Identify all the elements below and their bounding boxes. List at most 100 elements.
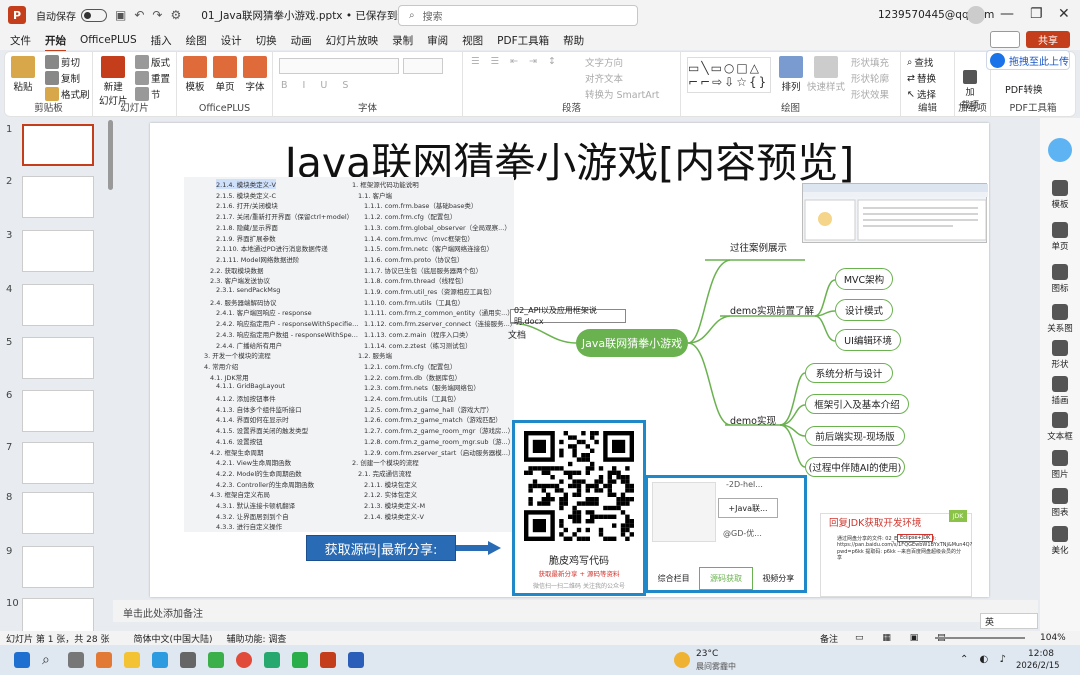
shapes-gallery[interactable]: ▭╲▭○□△ ⌐⌐⇨⇩☆{} xyxy=(687,57,771,93)
branch-impl-label[interactable]: demo实现 xyxy=(730,413,776,427)
tray-icons[interactable]: ⌃ ◐ ♪ xyxy=(960,654,1010,665)
zoom-level[interactable]: 104% xyxy=(1040,633,1066,643)
tab-slideshow[interactable]: 幻灯片放映 xyxy=(326,33,379,48)
wechat-icon[interactable] xyxy=(292,652,308,668)
accessibility-indicator[interactable]: 辅助功能: 调查 xyxy=(227,632,287,645)
sidebar-item-diagram[interactable]: 关系图 xyxy=(1040,304,1080,334)
minimize-icon[interactable]: — xyxy=(1000,6,1014,22)
app-icon[interactable] xyxy=(180,652,196,668)
avatar[interactable] xyxy=(967,6,985,24)
node-design-pattern[interactable]: 设计模式 xyxy=(835,299,893,321)
assistant-bubble-icon[interactable] xyxy=(1048,138,1072,162)
start-icon[interactable] xyxy=(14,652,30,668)
node-implementation[interactable]: 前后端实现-现场版 xyxy=(805,426,905,446)
maximize-icon[interactable]: ❐ xyxy=(1030,6,1043,22)
powerpoint-icon[interactable] xyxy=(320,652,336,668)
notes-pane[interactable]: 单击此处添加备注 xyxy=(113,600,1038,622)
app-icon[interactable] xyxy=(96,652,112,668)
paste-button[interactable]: 粘贴 xyxy=(11,56,35,93)
app-icon[interactable] xyxy=(264,652,280,668)
sidebar-item-single[interactable]: 单页 xyxy=(1040,222,1080,252)
slide-thumbnail[interactable] xyxy=(22,390,94,432)
tab-help[interactable]: 帮助 xyxy=(563,33,584,48)
tab-design[interactable]: 设计 xyxy=(221,33,242,48)
weather-desc[interactable]: 晨间雾霾中 xyxy=(696,661,736,672)
font-family-select[interactable] xyxy=(279,58,399,74)
clock-time[interactable]: 12:08 xyxy=(1028,649,1054,659)
node-ui-env[interactable]: UI编辑环境 xyxy=(835,329,901,351)
tab-transitions[interactable]: 切换 xyxy=(256,33,277,48)
slide-thumbnail[interactable] xyxy=(22,337,94,379)
smartart-button[interactable]: 转换为 SmartArt xyxy=(585,87,659,101)
word-icon[interactable] xyxy=(348,652,364,668)
customize-icon[interactable]: ⚙ xyxy=(170,8,181,22)
app-icon[interactable] xyxy=(208,652,224,668)
mindmap-center-node[interactable]: Java联网猜拳小游戏 xyxy=(576,329,688,357)
tab-view[interactable]: 视图 xyxy=(462,33,483,48)
node-mvc[interactable]: MVC架构 xyxy=(835,268,893,290)
sidebar-item-shapes[interactable]: 形状 xyxy=(1040,340,1080,370)
branch-prep-label[interactable]: demo实现前置了解 xyxy=(730,303,814,317)
tab-home[interactable]: 开始 xyxy=(45,33,66,52)
shape-outline-button[interactable]: 形状轮廓 xyxy=(851,71,889,85)
get-source-banner[interactable]: 获取源码|最新分享: xyxy=(306,535,456,561)
find-button[interactable]: ⌕ 查找 xyxy=(907,55,933,70)
font-button[interactable]: 字体 xyxy=(243,56,267,93)
search-icon[interactable]: ⌕ xyxy=(42,652,58,668)
notes-button[interactable]: 备注 xyxy=(820,632,838,645)
ime-indicator[interactable]: 英 xyxy=(980,613,1038,629)
slide-thumbnail[interactable] xyxy=(22,546,94,588)
font-size-select[interactable] xyxy=(403,58,443,74)
sidebar-item-picture[interactable]: 图片 xyxy=(1040,450,1080,480)
reset-button[interactable]: 重置 xyxy=(135,71,170,85)
search-box[interactable]: ⌕ 搜索 xyxy=(398,5,638,26)
clock-date[interactable]: 2026/2/15 xyxy=(1016,661,1060,671)
tab-pdf-tools[interactable]: PDF工具箱 xyxy=(497,33,549,48)
slide-thumbnail[interactable] xyxy=(22,124,94,166)
weather-temp[interactable]: 23°C xyxy=(696,649,718,659)
tab-record[interactable]: 录制 xyxy=(392,33,413,48)
file-explorer-icon[interactable] xyxy=(124,652,140,668)
autosave-toggle[interactable] xyxy=(81,8,107,22)
replace-button[interactable]: ⇄ 替换 xyxy=(907,71,936,86)
text-direction-button[interactable]: 文字方向 xyxy=(585,55,623,69)
share-button[interactable]: 共享 xyxy=(1026,31,1070,48)
sidebar-item-chart[interactable]: 图表 xyxy=(1040,488,1080,518)
chrome-icon[interactable] xyxy=(236,652,252,668)
section-button[interactable]: 节 xyxy=(135,87,161,101)
slide-thumbnail[interactable] xyxy=(22,442,94,484)
tab-draw[interactable]: 绘图 xyxy=(186,33,207,48)
align-text-button[interactable]: 对齐文本 xyxy=(585,71,623,85)
sidebar-item-illustration[interactable]: 插画 xyxy=(1040,376,1080,406)
save-icon[interactable]: ▣ xyxy=(115,8,126,22)
tab-officeplus[interactable]: OfficePLUS xyxy=(80,34,137,46)
list-buttons[interactable]: ☰ ☰ ⇤ ⇥ ↕ xyxy=(471,56,560,67)
zoom-slider[interactable] xyxy=(935,637,1025,639)
sidebar-item-textbox[interactable]: 文本框 xyxy=(1040,412,1080,442)
node-framework[interactable]: 框架引入及基本介绍 xyxy=(805,394,909,414)
font-format-buttons[interactable]: B I U S xyxy=(281,80,354,91)
comment-button[interactable] xyxy=(990,31,1020,48)
select-button[interactable]: ↖ 选择 xyxy=(907,87,936,102)
edge-icon[interactable] xyxy=(152,652,168,668)
arrange-button[interactable]: 排列 xyxy=(779,56,803,93)
docx-attachment[interactable]: 02_API以及应用框架说明.docx xyxy=(510,306,626,326)
close-icon[interactable]: ✕ xyxy=(1058,6,1070,22)
tab-animations[interactable]: 动画 xyxy=(291,33,312,48)
slide-thumbnail[interactable] xyxy=(22,176,94,218)
slide-thumbnail[interactable] xyxy=(22,284,94,326)
slide-thumbnail[interactable] xyxy=(22,598,94,631)
tab-insert[interactable]: 插入 xyxy=(151,33,172,48)
redo-icon[interactable]: ↷ xyxy=(152,8,162,22)
template-button[interactable]: 模板 xyxy=(183,56,207,93)
tab-file[interactable]: 文件 xyxy=(10,33,31,48)
upload-dropzone[interactable]: 拖拽至此上传 xyxy=(986,50,1070,70)
language-indicator[interactable]: 简体中文(中国大陆) xyxy=(133,632,212,645)
sidebar-item-template[interactable]: 模板 xyxy=(1040,180,1080,210)
shape-fill-button[interactable]: 形状填充 xyxy=(851,55,889,69)
format-painter-button[interactable]: 格式刷 xyxy=(45,87,90,101)
tab-review[interactable]: 审阅 xyxy=(427,33,448,48)
pdf-convert-button[interactable]: PDF转换 xyxy=(1005,82,1043,96)
cut-button[interactable]: 剪切 xyxy=(45,55,80,69)
quick-styles-button[interactable]: 快速样式 xyxy=(807,56,845,93)
